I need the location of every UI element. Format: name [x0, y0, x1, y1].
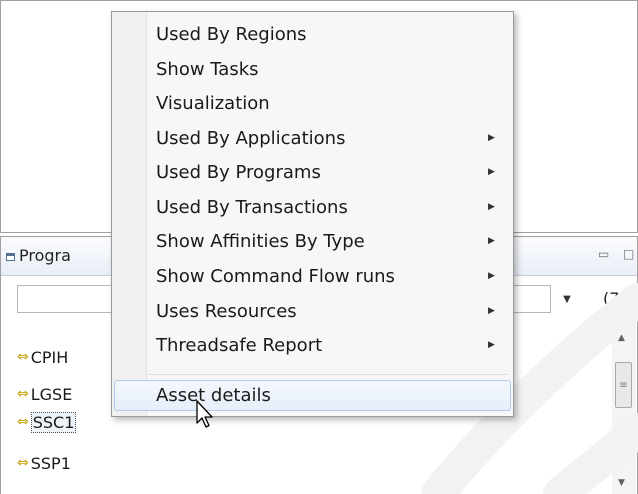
- menu-item-label: Used By Transactions: [156, 197, 348, 218]
- menu-item-uses-resources[interactable]: Uses Resources ▶: [114, 296, 511, 327]
- filter-dropdown-button[interactable]: ▼: [553, 285, 581, 313]
- submenu-arrow-icon: ▶: [488, 271, 495, 281]
- submenu-arrow-icon: ▶: [488, 340, 495, 350]
- program-name: CPIH: [30, 347, 69, 367]
- menu-item-label: Visualization: [156, 93, 270, 114]
- program-arrow-icon: ⇔: [17, 349, 29, 365]
- program-name: LGSE: [30, 384, 73, 404]
- program-list-item-selected[interactable]: ⇔ SSC1: [17, 409, 77, 435]
- program-list-item[interactable]: ⇔ SSP1: [17, 450, 71, 476]
- menu-item-visualization[interactable]: Visualization: [114, 88, 511, 119]
- submenu-arrow-icon: ▶: [488, 306, 495, 316]
- chevron-down-icon: ▼: [563, 293, 571, 305]
- context-menu: Used By Regions Show Tasks Visualization…: [111, 11, 514, 417]
- scroll-thumb[interactable]: ≡: [615, 362, 632, 408]
- menu-item-used-by-transactions[interactable]: Used By Transactions ▶: [114, 192, 511, 223]
- menu-item-label: Uses Resources: [156, 301, 297, 322]
- view-title[interactable]: Progra: [19, 246, 71, 265]
- menu-item-label: Used By Applications: [156, 128, 346, 149]
- menu-item-label: Show Affinities By Type: [156, 231, 365, 252]
- menu-item-label: Used By Programs: [156, 162, 321, 183]
- submenu-arrow-icon: ▶: [488, 236, 495, 246]
- scroll-down-icon[interactable]: ▼: [618, 478, 625, 488]
- minimize-icon[interactable]: ▭: [598, 247, 609, 261]
- scroll-up-icon[interactable]: ▲: [618, 333, 625, 343]
- submenu-arrow-icon: ▶: [488, 202, 495, 212]
- submenu-arrow-icon: ▶: [488, 167, 495, 177]
- view-tab-icon: [6, 253, 15, 261]
- list-scrollbar[interactable]: ▲ ≡ ▼: [612, 308, 636, 494]
- menu-item-used-by-applications[interactable]: Used By Applications ▶: [114, 123, 511, 154]
- maximize-icon[interactable]: □: [623, 247, 634, 261]
- menu-item-label: Threadsafe Report: [156, 335, 323, 356]
- mouse-cursor-icon: [196, 400, 213, 428]
- program-list-item[interactable]: ⇔ CPIH: [17, 344, 68, 370]
- menu-item-used-by-programs[interactable]: Used By Programs ▶: [114, 157, 511, 188]
- menu-item-used-by-regions[interactable]: Used By Regions: [114, 19, 511, 50]
- submenu-arrow-icon: ▶: [488, 133, 495, 143]
- menu-item-asset-details[interactable]: Asset details: [114, 380, 511, 411]
- count-label: (7: [603, 289, 620, 308]
- program-arrow-icon: ⇔: [17, 414, 29, 430]
- menu-item-label: Show Tasks: [156, 59, 259, 80]
- menu-item-threadsafe-report[interactable]: Threadsafe Report ▶: [114, 330, 511, 361]
- menu-item-label: Used By Regions: [156, 24, 307, 45]
- menu-item-show-command-flow-runs[interactable]: Show Command Flow runs ▶: [114, 261, 511, 292]
- menu-item-show-affinities-by-type[interactable]: Show Affinities By Type ▶: [114, 226, 511, 257]
- program-name: SSC1: [30, 411, 77, 433]
- menu-item-label: Show Command Flow runs: [156, 266, 395, 287]
- program-name: SSP1: [30, 453, 71, 473]
- menu-separator: [148, 374, 508, 375]
- program-list-item[interactable]: ⇔ LGSE: [17, 381, 72, 407]
- program-arrow-icon: ⇔: [17, 455, 29, 471]
- menu-item-show-tasks[interactable]: Show Tasks: [114, 54, 511, 85]
- program-arrow-icon: ⇔: [17, 386, 29, 402]
